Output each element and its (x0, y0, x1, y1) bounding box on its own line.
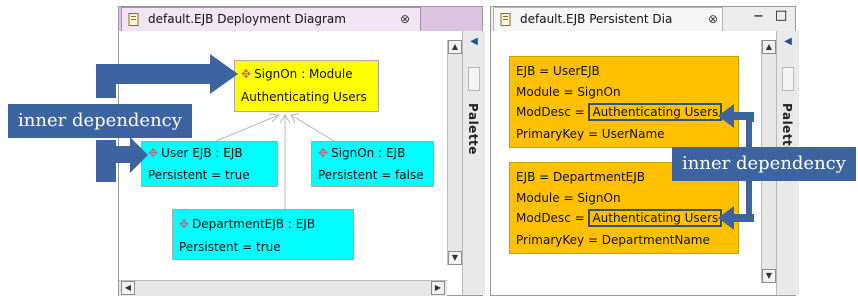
inner-dependency-callout-left: inner dependency (8, 104, 192, 138)
inner-dependency-callout-right: inner dependency (672, 147, 856, 181)
callout-arrow-to-moddesc-2 (718, 180, 754, 230)
callout-arrow-to-moddesc-1 (718, 104, 754, 150)
callout-arrow-to-user-ejb (96, 137, 148, 182)
callout-arrow-to-module (96, 54, 238, 98)
